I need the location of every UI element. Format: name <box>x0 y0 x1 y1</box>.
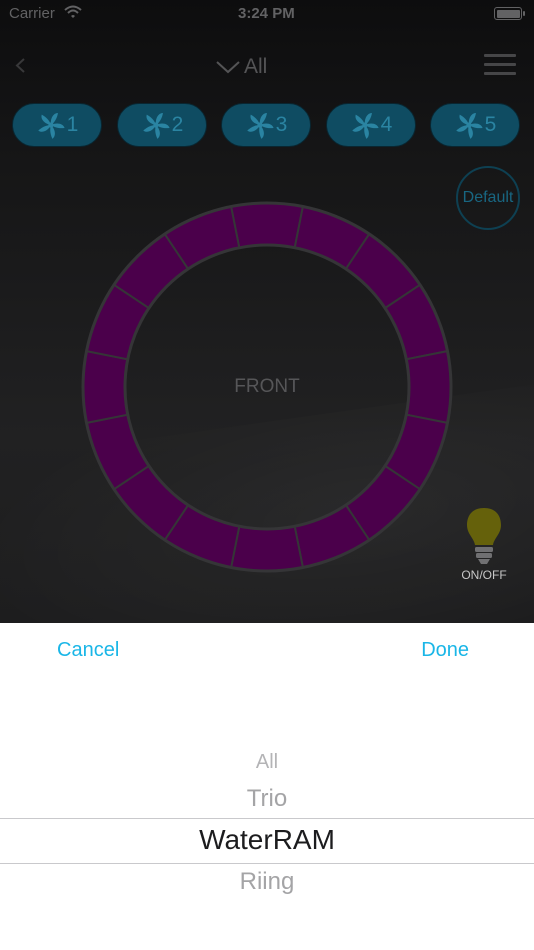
picker-selection-top-line <box>0 818 534 819</box>
picker-option-selected[interactable]: WaterRAM <box>0 824 534 856</box>
dim-overlay <box>0 0 534 623</box>
picker-option[interactable]: All <box>0 751 534 774</box>
picker-selection-bottom-line <box>0 863 534 864</box>
done-button[interactable]: Done <box>421 639 469 662</box>
fan-control-screen: Carrier 3:24 PM All 1 2 3 4 5 Default FR… <box>0 0 534 623</box>
picker-option[interactable]: Riing <box>0 868 534 896</box>
cancel-button[interactable]: Cancel <box>57 639 119 662</box>
group-picker[interactable]: All Trio WaterRAM Riing <box>0 733 534 933</box>
picker-option[interactable]: Trio <box>0 785 534 813</box>
picker-sheet: Cancel Done All Trio WaterRAM Riing <box>0 623 534 950</box>
